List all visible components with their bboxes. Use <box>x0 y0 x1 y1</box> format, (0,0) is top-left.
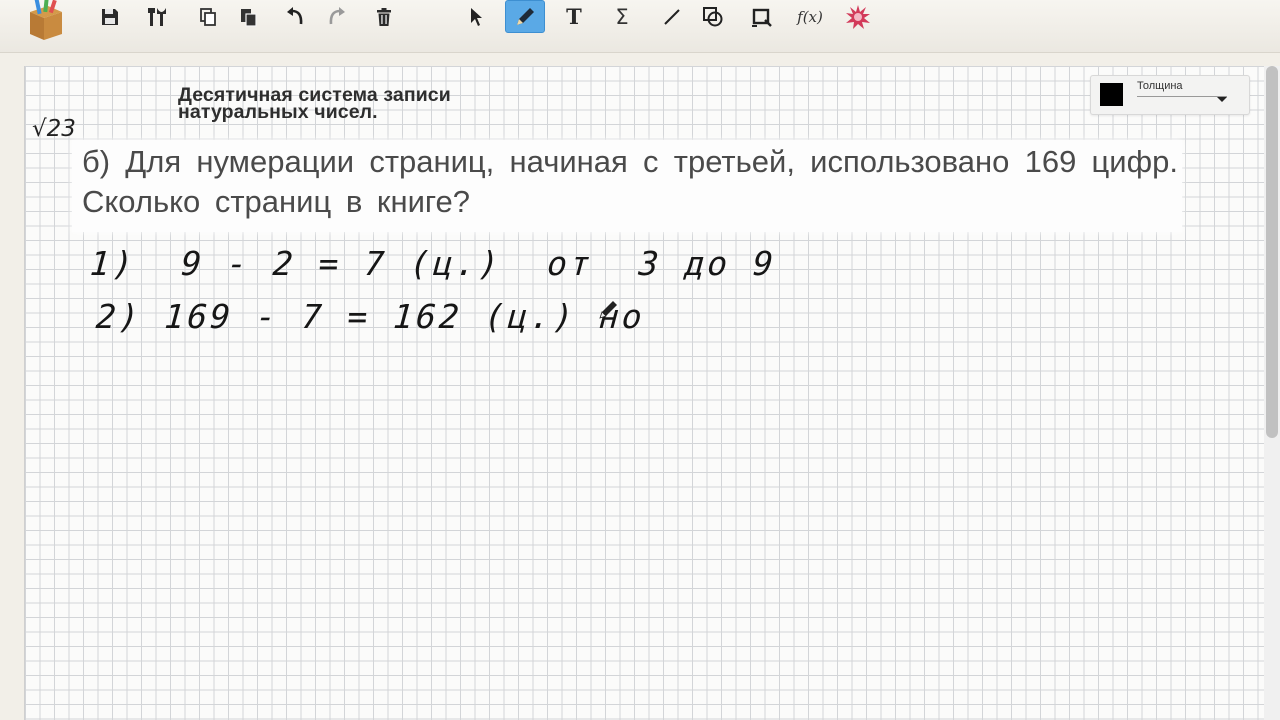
text-tool-button[interactable]: T <box>555 0 593 33</box>
select-tool-button[interactable] <box>457 0 495 33</box>
pen-tool-button[interactable] <box>505 0 545 33</box>
chevron-down-icon <box>1217 97 1227 102</box>
delete-button[interactable] <box>365 0 403 33</box>
redo-icon <box>326 6 346 27</box>
sigma-icon: Σ <box>615 4 629 29</box>
pencil-cursor-icon <box>598 298 620 320</box>
thickness-panel: Толщина <box>1090 75 1250 115</box>
star-burst-icon <box>845 4 871 30</box>
app-logo-icon <box>22 0 68 44</box>
scrollbar-thumb[interactable] <box>1266 66 1278 438</box>
pen-icon <box>514 6 536 28</box>
undo-button[interactable] <box>277 0 315 33</box>
problem-number: √23 <box>32 116 76 142</box>
formula-tool-button[interactable]: Σ <box>603 0 641 33</box>
save-button[interactable] <box>91 0 129 33</box>
paste-icon <box>238 7 258 27</box>
effects-tool-button[interactable] <box>839 0 877 33</box>
redo-button[interactable] <box>317 0 355 33</box>
shapes-icon <box>702 6 724 28</box>
screenshot-tool-button[interactable] <box>743 0 781 33</box>
pen-color-swatch[interactable] <box>1100 83 1123 106</box>
text-tool-icon: T <box>566 4 582 29</box>
handwriting-line-1: 1) 9 - 2 = 7 (ц.) от 3 до 9 <box>88 244 778 283</box>
shapes-tool-button[interactable] <box>694 0 732 33</box>
fx-icon: f(x) <box>797 7 823 26</box>
undo-icon <box>286 6 306 27</box>
function-tool-button[interactable]: f(x) <box>791 0 829 33</box>
thickness-dropdown[interactable] <box>1137 96 1227 109</box>
copy-icon <box>198 7 218 27</box>
vertical-scrollbar[interactable] <box>1264 66 1280 720</box>
paste-button[interactable] <box>229 0 267 33</box>
toolbar: T Σ f(x) <box>0 0 1280 53</box>
handwriting-line-2: 2) 169 - 7 = 162 (ц.) но <box>94 297 647 336</box>
cursor-arrow-icon <box>467 7 485 27</box>
crop-icon <box>751 6 773 28</box>
tools-icon <box>147 6 169 28</box>
topic-title: Десятичная система записи натуральных чи… <box>178 84 451 123</box>
line-tool-button[interactable] <box>653 0 691 33</box>
whiteboard-app: T Σ f(x) Десятичная система записи натур… <box>0 0 1280 720</box>
copy-button[interactable] <box>189 0 227 33</box>
problem-text: б) Для нумерации страниц, начиная с трет… <box>82 144 1178 219</box>
trash-icon <box>374 7 394 27</box>
thickness-label: Толщина <box>1137 80 1183 92</box>
tools-button[interactable] <box>139 0 177 33</box>
line-icon <box>662 7 682 27</box>
save-icon <box>100 7 120 27</box>
